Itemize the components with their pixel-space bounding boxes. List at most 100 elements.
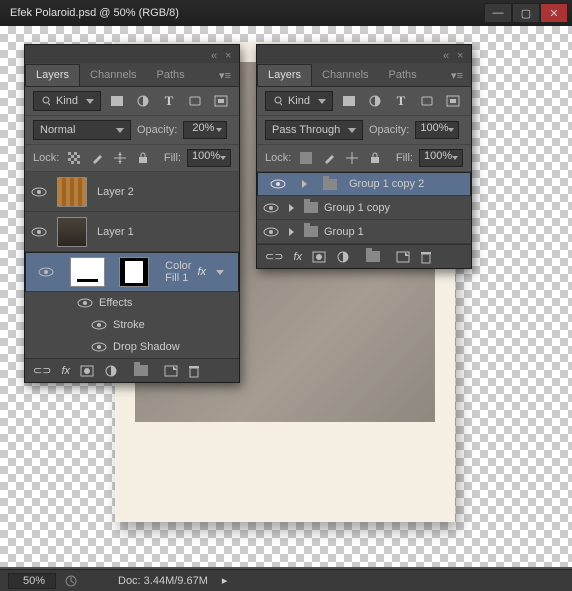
group-name[interactable]: Group 1 copy <box>324 202 390 214</box>
expand-icon[interactable] <box>289 228 294 236</box>
fx-icon[interactable]: fx <box>293 251 302 263</box>
new-layer-icon[interactable] <box>396 251 410 263</box>
zoom-field[interactable]: 50% <box>8 573 56 589</box>
filter-type-icon[interactable]: T <box>159 92 179 110</box>
group-row[interactable]: Group 1 copy 2 <box>257 172 471 196</box>
effects-list: Effects Stroke Drop Shadow <box>25 292 239 358</box>
fill-field[interactable]: 100% <box>187 149 231 167</box>
filter-adjustment-icon[interactable] <box>365 92 385 110</box>
close-panel-icon[interactable]: × <box>225 50 233 58</box>
layer-row[interactable]: Layer 2 <box>25 172 239 212</box>
filter-kind-label: Kind <box>56 95 78 107</box>
tab-channels[interactable]: Channels <box>312 65 378 86</box>
filter-pixel-icon[interactable] <box>339 92 359 110</box>
close-panel-icon[interactable]: × <box>457 50 465 58</box>
filter-kind-select[interactable]: Kind <box>33 91 101 111</box>
lock-position-icon[interactable] <box>344 149 361 167</box>
effect-item[interactable]: Drop Shadow <box>113 341 180 353</box>
doc-size-menu-icon[interactable]: ▸ <box>222 574 228 587</box>
visibility-icon[interactable] <box>257 202 285 214</box>
panel-header[interactable]: « × <box>257 45 471 63</box>
group-icon[interactable] <box>134 365 148 376</box>
panel-menu-icon[interactable]: ▾≡ <box>443 65 471 86</box>
layer-thumbnail[interactable] <box>57 177 87 207</box>
lock-transparent-icon[interactable] <box>297 149 314 167</box>
layers-panel-right[interactable]: « × Layers Channels Paths ▾≡ Kind T Pass… <box>256 44 472 269</box>
group-row[interactable]: Group 1 <box>257 220 471 244</box>
title-bar: Efek Polaroid.psd @ 50% (RGB/8) — ▢ ✕ <box>0 0 572 26</box>
link-layers-icon[interactable]: ⊂⊃ <box>33 364 51 377</box>
layer-thumbnail[interactable] <box>57 217 87 247</box>
visibility-icon[interactable] <box>91 319 107 331</box>
opacity-field[interactable]: 20% <box>183 121 227 139</box>
group-icon[interactable] <box>366 251 380 262</box>
tab-layers[interactable]: Layers <box>25 64 80 86</box>
fill-label: Fill: <box>164 152 181 164</box>
minimize-button[interactable]: — <box>484 3 512 23</box>
collapse-icon[interactable]: « <box>443 50 451 58</box>
effects-header[interactable]: Effects <box>99 297 132 309</box>
status-icon[interactable] <box>64 574 78 588</box>
filter-type-icon[interactable]: T <box>391 92 411 110</box>
filter-shape-icon[interactable] <box>417 92 437 110</box>
trash-icon[interactable] <box>420 250 432 264</box>
lock-all-icon[interactable] <box>135 149 152 167</box>
trash-icon[interactable] <box>188 364 200 378</box>
layer-name[interactable]: Layer 1 <box>91 226 239 238</box>
mask-thumbnail[interactable] <box>119 257 149 287</box>
fx-icon[interactable]: fx <box>61 365 70 377</box>
lock-pixels-icon[interactable] <box>320 149 337 167</box>
visibility-icon[interactable] <box>25 226 53 238</box>
layer-row[interactable]: Layer 1 <box>25 212 239 252</box>
fill-thumbnail[interactable] <box>70 257 106 287</box>
lock-all-icon[interactable] <box>367 149 384 167</box>
visibility-icon[interactable] <box>91 341 107 353</box>
lock-transparent-icon[interactable] <box>65 149 82 167</box>
visibility-icon[interactable] <box>32 266 60 278</box>
adjustment-icon[interactable] <box>336 250 350 264</box>
maximize-button[interactable]: ▢ <box>512 3 540 23</box>
mask-icon[interactable] <box>312 251 326 263</box>
lock-position-icon[interactable] <box>112 149 129 167</box>
group-name[interactable]: Group 1 <box>324 226 364 238</box>
expand-icon[interactable] <box>302 180 307 188</box>
panel-header[interactable]: « × <box>25 45 239 63</box>
filter-shape-icon[interactable] <box>185 92 205 110</box>
visibility-icon[interactable] <box>25 186 53 198</box>
new-layer-icon[interactable] <box>164 365 178 377</box>
close-button[interactable]: ✕ <box>540 3 568 23</box>
panel-menu-icon[interactable]: ▾≡ <box>211 65 239 86</box>
fill-field[interactable]: 100% <box>419 149 463 167</box>
mask-icon[interactable] <box>80 365 94 377</box>
group-row[interactable]: Group 1 copy <box>257 196 471 220</box>
opacity-field[interactable]: 100% <box>415 121 459 139</box>
layer-name[interactable]: Color Fill 1 <box>159 260 191 284</box>
blend-mode-select[interactable]: Pass Through <box>265 120 363 140</box>
filter-smart-icon[interactable] <box>211 92 231 110</box>
effect-item[interactable]: Stroke <box>113 319 145 331</box>
visibility-icon[interactable] <box>264 178 292 190</box>
tab-paths[interactable]: Paths <box>147 65 195 86</box>
expand-icon[interactable] <box>289 204 294 212</box>
tab-paths[interactable]: Paths <box>379 65 427 86</box>
fx-toggle-icon[interactable] <box>216 270 224 275</box>
visibility-icon[interactable] <box>257 226 285 238</box>
tab-layers[interactable]: Layers <box>257 64 312 86</box>
layers-panel-left[interactable]: « × Layers Channels Paths ▾≡ Kind T Norm… <box>24 44 240 383</box>
group-name[interactable]: Group 1 copy 2 <box>349 178 424 190</box>
link-layers-icon[interactable]: ⊂⊃ <box>265 250 283 263</box>
blend-mode-select[interactable]: Normal <box>33 120 131 140</box>
layer-name[interactable]: Layer 2 <box>91 186 239 198</box>
tab-channels[interactable]: Channels <box>80 65 146 86</box>
panel-footer: ⊂⊃ fx <box>25 358 239 382</box>
adjustment-icon[interactable] <box>104 364 118 378</box>
collapse-icon[interactable]: « <box>211 50 219 58</box>
layer-row[interactable]: Color Fill 1 fx <box>25 252 239 292</box>
filter-smart-icon[interactable] <box>443 92 463 110</box>
filter-pixel-icon[interactable] <box>107 92 127 110</box>
filter-adjustment-icon[interactable] <box>133 92 153 110</box>
filter-kind-select[interactable]: Kind <box>265 91 333 111</box>
fx-badge[interactable]: fx <box>197 266 206 278</box>
visibility-icon[interactable] <box>77 297 93 309</box>
lock-pixels-icon[interactable] <box>88 149 105 167</box>
